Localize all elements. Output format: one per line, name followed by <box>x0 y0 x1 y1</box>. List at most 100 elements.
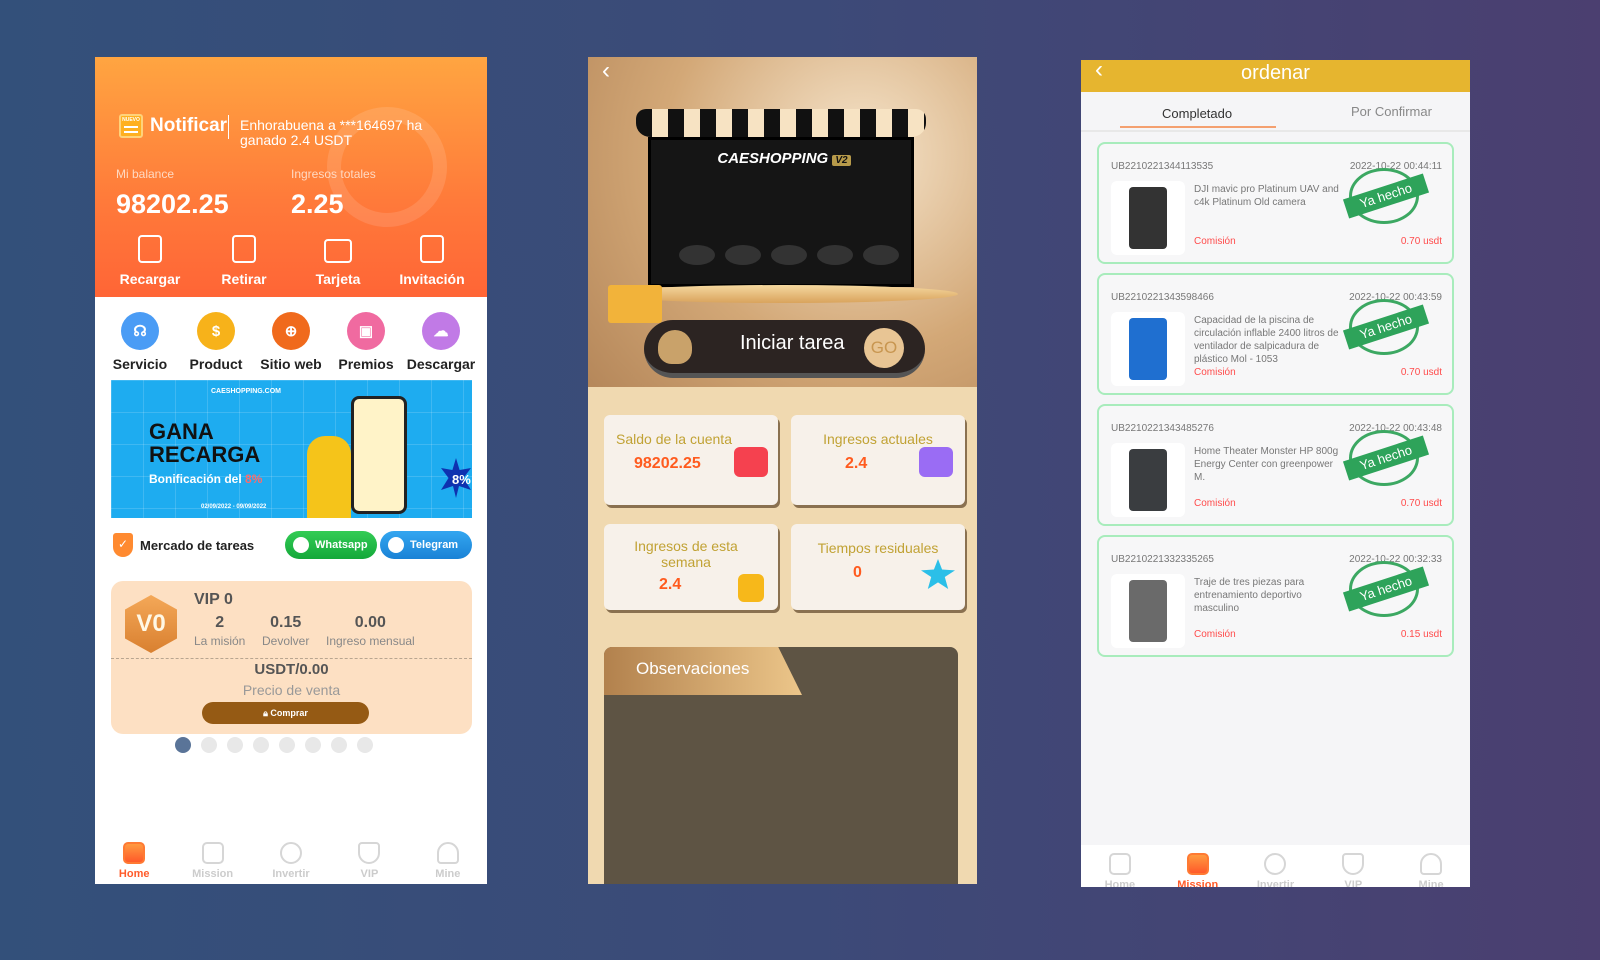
tab-label: Mine <box>435 868 461 880</box>
telegram-button[interactable]: Telegram <box>380 531 472 559</box>
stamp-text: Ya hecho <box>1342 304 1430 350</box>
tab-label: Home <box>118 868 150 880</box>
display-pedestal <box>679 245 715 265</box>
tab-mine[interactable]: Mine <box>1392 845 1470 887</box>
headset-icon: ☊ <box>121 312 159 350</box>
carousel-dot[interactable] <box>331 737 347 753</box>
notification-icon-lines <box>124 126 138 133</box>
service-button[interactable]: ☊ Servicio <box>102 312 178 372</box>
stamp-text: Ya hecho <box>1342 173 1430 219</box>
buy-button[interactable]: 🔒︎ Comprar <box>202 702 369 724</box>
home-screen: NUEVO Notificar Enhorabuena a ***164697 … <box>95 57 487 884</box>
action-label: Tarjeta <box>315 271 361 287</box>
commission-amount: 0.15 usdt <box>1400 629 1442 640</box>
tab-pending[interactable]: Por Confirmar <box>1351 104 1432 119</box>
tab-label: VIP <box>1344 879 1363 887</box>
tab-label: VIP <box>360 868 379 880</box>
bottom-tab-bar: Home Mission Invertir VIP Mine <box>1081 845 1470 887</box>
mission-icon <box>1186 853 1209 875</box>
orders-screen: ‹ ordenar Completado Por Confirmar UB221… <box>1081 60 1470 887</box>
withdraw-button[interactable]: Retirar <box>197 235 291 287</box>
carousel-dot[interactable] <box>305 737 321 753</box>
order-id: UB2210221343485276 <box>1111 423 1214 434</box>
order-card[interactable]: UB2210221344113535 2022-10-22 00:44:11 D… <box>1097 142 1454 264</box>
go-button[interactable]: GO <box>864 328 904 368</box>
product-thumbnail <box>1111 312 1185 386</box>
carousel-dot[interactable] <box>357 737 373 753</box>
tab-mine[interactable]: Mine <box>409 834 487 884</box>
tab-mission[interactable]: Mission <box>1159 845 1237 887</box>
order-card[interactable]: UB2210221343485276 2022-10-22 00:43:48 H… <box>1097 404 1454 526</box>
display-pedestal <box>725 245 761 265</box>
order-card[interactable]: UB2210221343598466 2022-10-22 00:43:59 C… <box>1097 273 1454 395</box>
product-thumbnail <box>1111 181 1185 255</box>
shield-check-icon: ✓ <box>113 533 133 557</box>
stat-value: 0.15 <box>270 614 302 631</box>
carousel-dot[interactable] <box>253 737 269 753</box>
whatsapp-label: Whatsapp <box>315 539 368 551</box>
banner-badge: 8% <box>452 472 471 487</box>
whatsapp-button[interactable]: Whatsapp <box>285 531 377 559</box>
coin-stack-icon <box>738 574 764 602</box>
order-id: UB2210221344113535 <box>1111 161 1214 172</box>
tab-home[interactable]: Home <box>1081 845 1159 887</box>
vip-price: USDT/0.00 <box>254 661 329 678</box>
tab-home[interactable]: Home <box>95 834 173 884</box>
wallet-icon <box>734 447 768 477</box>
card-button[interactable]: Tarjeta <box>291 235 385 287</box>
vip-shield-icon <box>1342 853 1365 875</box>
promo-banner[interactable]: CAESHOPPING.COM GANA RECARGA Bonificación… <box>111 380 472 518</box>
display-pedestal <box>863 245 899 265</box>
download-button[interactable]: ☁ Descargar <box>403 312 479 372</box>
market-title: Mercado de tareas <box>140 538 255 553</box>
back-icon[interactable]: ‹ <box>602 57 610 85</box>
start-task-label: Iniciar tarea <box>740 332 845 354</box>
order-card[interactable]: UB2210221332335265 2022-10-22 00:32:33 T… <box>1097 535 1454 657</box>
website-button[interactable]: ⊕ Sitio web <box>253 312 329 372</box>
stat-label: Devolver <box>262 634 310 648</box>
tab-invest[interactable]: Invertir <box>252 834 330 884</box>
carousel-dot[interactable] <box>227 737 243 753</box>
recharge-button[interactable]: Recargar <box>103 235 197 287</box>
tab-vip[interactable]: VIP <box>330 834 408 884</box>
send-icon <box>293 537 309 553</box>
vip-card: V0 VIP 0 2 La misión 0.15 Devolver 0.00 Ing… <box>111 581 472 734</box>
remaining-times-card: Tiempos residuales 0 <box>791 524 965 610</box>
carousel-dot[interactable] <box>201 737 217 753</box>
carousel-dots <box>175 737 375 753</box>
prizes-button[interactable]: ▣ Premios <box>328 312 404 372</box>
start-task-button[interactable]: Iniciar tarea GO <box>644 320 925 378</box>
tab-invest[interactable]: Invertir <box>1237 845 1315 887</box>
tab-label: Invertir <box>272 868 310 880</box>
completed-stamp: Ya hecho <box>1342 561 1430 617</box>
commission-amount: 0.70 usdt <box>1400 498 1442 509</box>
account-balance-card: Saldo de la cuenta 98202.25 <box>604 415 778 505</box>
tab-mission[interactable]: Mission <box>173 834 251 884</box>
account-header: NUEVO Notificar Enhorabuena a ***164697 … <box>95 57 487 297</box>
vip-shield-icon <box>358 842 381 864</box>
completed-stamp: Ya hecho <box>1342 299 1430 355</box>
vip-stat-monthly: 0.00 Ingreso mensual <box>326 614 415 650</box>
cloud-download-icon: ☁ <box>422 312 460 350</box>
home-icon <box>123 842 146 864</box>
phone-illustration <box>351 396 407 514</box>
shop-window: CAESHOPPING V2 <box>648 137 914 287</box>
commission-label: Comisión <box>1194 629 1236 640</box>
product-button[interactable]: $ Product <box>178 312 254 372</box>
notification-marquee: Enhorabuena a ***164697 ha ganado 2.4 US… <box>240 117 423 148</box>
card-label: Saldo de la cuenta <box>616 431 732 447</box>
wallet-icon <box>232 235 256 263</box>
notify-badge: NUEVO <box>122 117 140 123</box>
user-icon <box>1420 853 1443 875</box>
stamp-text: Ya hecho <box>1342 566 1430 612</box>
invitation-button[interactable]: Invitación <box>385 235 479 287</box>
carousel-dot[interactable] <box>175 737 191 753</box>
tab-vip[interactable]: VIP <box>1314 845 1392 887</box>
product-name: Traje de tres piezas para entrenamiento … <box>1194 577 1305 614</box>
card-label: Ingresos actuales <box>823 431 933 447</box>
tab-completed[interactable]: Completado <box>1162 106 1232 121</box>
stat-label: Ingreso mensual <box>326 634 415 648</box>
carousel-dot[interactable] <box>279 737 295 753</box>
page-title: ordenar <box>1241 62 1310 84</box>
observations-title: Observaciones <box>636 659 750 678</box>
